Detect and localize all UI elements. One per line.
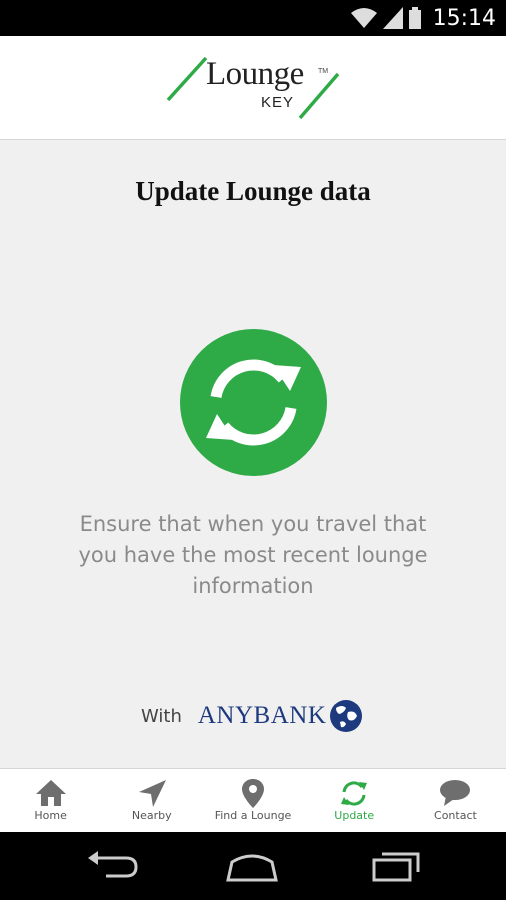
main-content: Update Lounge data Ensure that when you … (0, 141, 506, 768)
navigation-arrow-icon (138, 780, 166, 807)
chat-bubble-icon (440, 780, 471, 806)
battery-icon (408, 7, 421, 29)
globe-icon (330, 700, 363, 732)
tab-home[interactable]: Home (0, 769, 101, 832)
logo-trademark: TM (318, 68, 329, 75)
recent-apps-icon[interactable] (366, 848, 426, 884)
sponsor-row: With ANYBANK (141, 696, 364, 736)
update-button[interactable] (180, 329, 327, 476)
wifi-icon (350, 8, 377, 28)
tab-nearby-label: Nearby (131, 809, 172, 822)
tab-find-lounge-label: Find a Lounge (214, 809, 292, 822)
logo-word: Lounge (206, 56, 304, 92)
page-title: Update Lounge data (135, 176, 371, 206)
refresh-icon (341, 781, 368, 806)
tab-contact-label: Contact (434, 809, 477, 822)
tab-home-label: Home (34, 809, 67, 822)
tab-update-label: Update (334, 809, 375, 822)
loungekey-logo: Lounge TM KEY (166, 56, 340, 122)
tab-nearby[interactable]: Nearby (101, 769, 202, 832)
map-pin-icon (242, 779, 264, 808)
logo-sub: KEY (261, 94, 295, 111)
bottom-tab-bar: Home Nearby Find a Lounge Update Contact (0, 768, 506, 832)
system-navigation-bar (0, 832, 506, 900)
home-icon (35, 780, 66, 806)
tab-find-lounge[interactable]: Find a Lounge (202, 769, 303, 832)
app-header: Lounge TM KEY (0, 36, 506, 140)
tab-contact[interactable]: Contact (405, 769, 506, 832)
update-description: Ensure that when you travel that you hav… (78, 512, 428, 598)
back-icon[interactable] (82, 848, 142, 884)
tab-update[interactable]: Update (304, 769, 405, 832)
with-label: With (141, 705, 182, 727)
refresh-icon (206, 359, 301, 446)
status-bar: 15:14 (0, 0, 506, 36)
bank-logo-text: ANYBANK (197, 702, 327, 729)
status-time: 15:14 (432, 5, 496, 31)
home-nav-icon[interactable] (222, 848, 282, 884)
signal-icon (382, 7, 403, 29)
